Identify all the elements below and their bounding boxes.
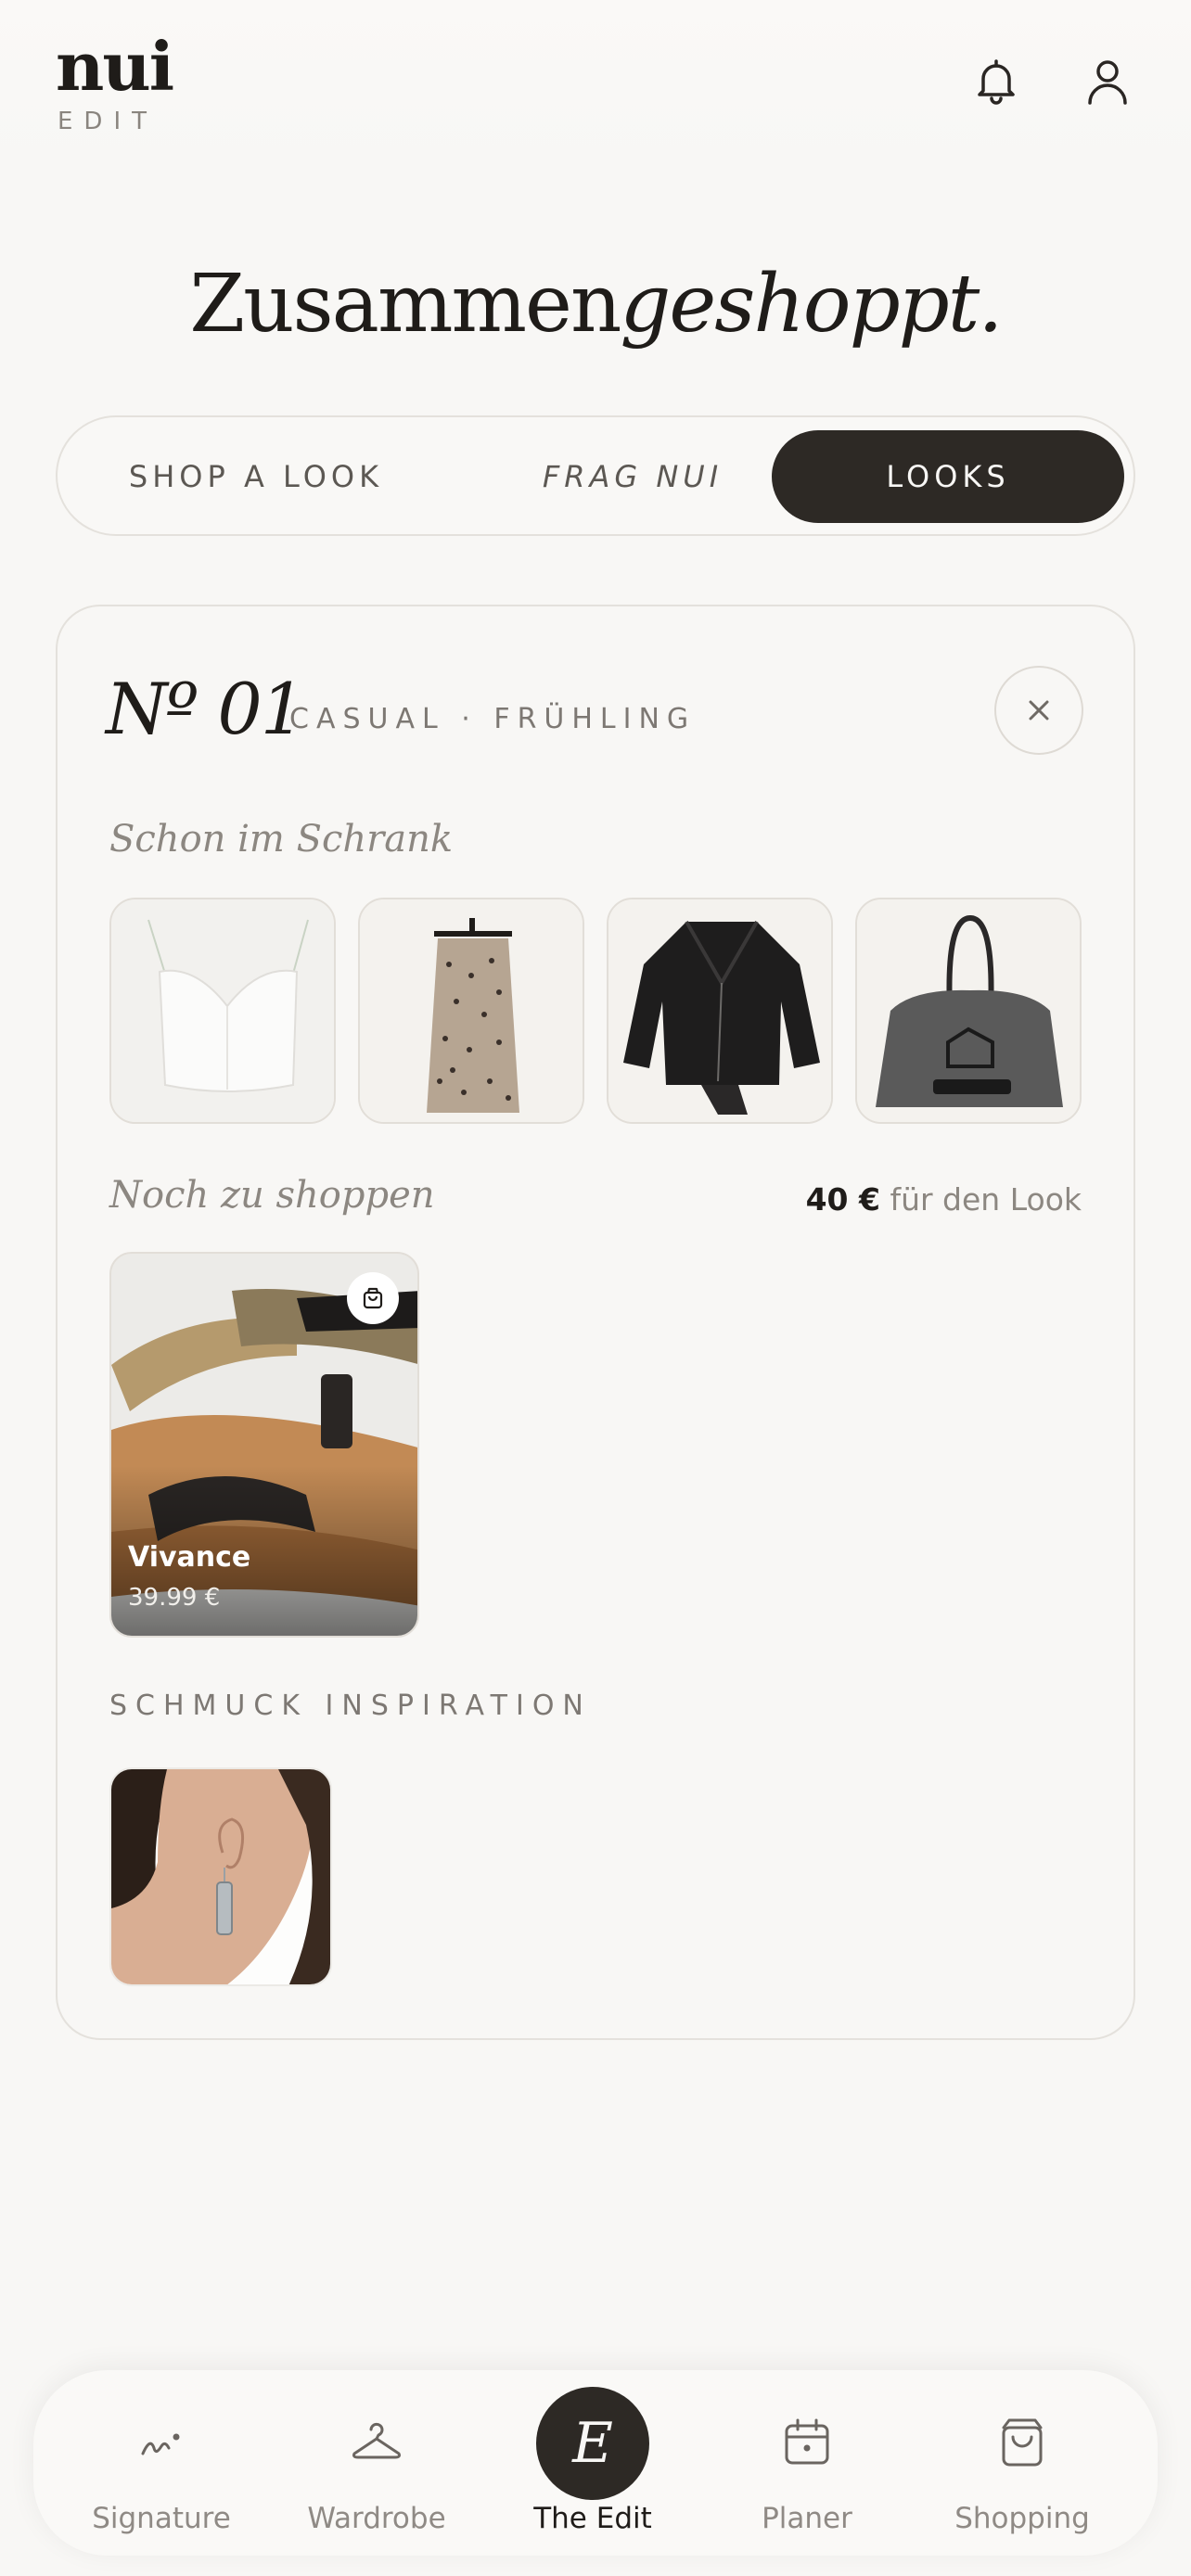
jewelry-inspiration-image[interactable] <box>109 1767 332 1986</box>
look-total-amount: 40 € <box>805 1181 880 1218</box>
closet-item-skirt[interactable] <box>358 898 584 1124</box>
tab-shop-a-look[interactable]: SHOP A LOOK <box>70 430 442 523</box>
tab-frag-nui[interactable]: FRAG NUI <box>447 430 818 523</box>
edit-icon: E <box>536 2387 649 2500</box>
shop-item-card[interactable]: Vivance 39.99 € <box>109 1252 419 1638</box>
nav-label-wardrobe: Wardrobe <box>307 2502 446 2535</box>
shop-item-brand: Vivance <box>128 1541 251 1574</box>
app-header: nui EDIT <box>0 0 1191 167</box>
logo-edit: EDIT <box>58 108 158 135</box>
shopping-bag-icon <box>363 1287 383 1309</box>
closet-item-leather-jacket[interactable] <box>607 898 833 1124</box>
nav-item-signature[interactable]: Signature <box>54 2370 269 2556</box>
add-to-bag-button[interactable] <box>347 1272 399 1324</box>
page-title: Zusammengeshoppt. <box>0 258 1191 351</box>
nav-label-signature: Signature <box>92 2502 231 2535</box>
closet-item-tote-bag[interactable] <box>855 898 1082 1124</box>
in-closet-heading: Schon im Schrank <box>109 818 454 861</box>
mode-segmented-control: SHOP A LOOK FRAG NUI LOOKS <box>56 415 1135 536</box>
to-shop-heading: Noch zu shoppen <box>109 1174 435 1217</box>
look-total-suffix: für den Look <box>879 1181 1082 1218</box>
close-button[interactable] <box>994 666 1083 755</box>
signature-icon <box>141 2433 180 2455</box>
nav-item-the-edit[interactable]: E The Edit <box>485 2370 700 2556</box>
look-total-price: 40 € für den Look <box>806 1181 1082 1218</box>
page-title-plain: Zusammen <box>189 258 621 351</box>
page-title-italic: geshoppt. <box>620 258 1003 351</box>
logo-nui: nui <box>56 27 174 106</box>
look-meta: CASUAL · FRÜHLING <box>289 703 697 735</box>
user-icon[interactable] <box>1080 54 1135 109</box>
shop-item-price: 39.99 € <box>128 1584 221 1612</box>
nav-item-planer[interactable]: Planer <box>699 2370 915 2556</box>
close-icon <box>1029 700 1049 721</box>
bottom-nav: Signature Wardrobe E The Edit Planer Sho… <box>33 2370 1158 2556</box>
bell-icon[interactable] <box>968 54 1024 109</box>
nav-label-planer: Planer <box>762 2502 852 2535</box>
shopping-bag-icon <box>1002 2418 1043 2467</box>
jewelry-heading: SCHMUCK INSPIRATION <box>109 1690 592 1722</box>
nav-item-wardrobe[interactable]: Wardrobe <box>269 2370 484 2556</box>
tab-looks[interactable]: LOOKS <box>772 430 1124 523</box>
look-card: Nº 01 CASUAL · FRÜHLING Schon im Schrank <box>56 605 1135 2040</box>
nav-label-the-edit: The Edit <box>533 2502 652 2535</box>
look-number: Nº 01 <box>106 668 305 750</box>
nav-item-shopping[interactable]: Shopping <box>915 2370 1130 2556</box>
hanger-icon <box>352 2422 401 2459</box>
calendar-icon <box>785 2418 829 2465</box>
nav-label-shopping: Shopping <box>954 2502 1090 2535</box>
closet-item-top[interactable] <box>109 898 336 1124</box>
